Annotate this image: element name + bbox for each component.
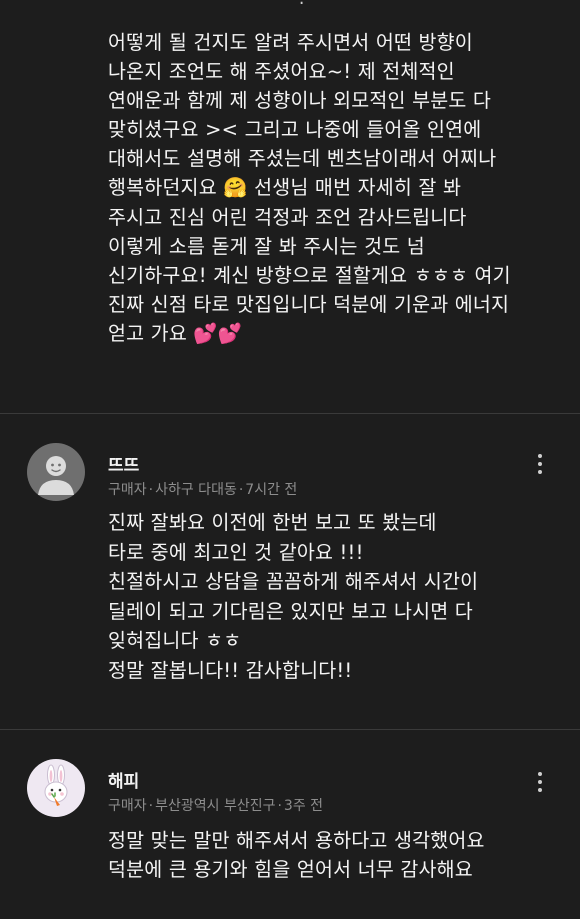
more-options-button[interactable] [530, 765, 550, 799]
reviewer-name[interactable]: 뜨뜨 [108, 451, 139, 476]
review-divider [0, 729, 580, 730]
reviewer-location: 부산광역시 부산진구 [155, 798, 276, 814]
buyer-badge: 구매자 [108, 798, 147, 814]
review-meta: 구매자 · 사하구 다대동 · 7시간 전 [108, 479, 297, 499]
previous-line-fragment: ! [108, 0, 408, 14]
review-time: 3주 전 [283, 798, 324, 814]
review-meta: 구매자 · 부산광역시 부산진구 · 3주 전 [108, 795, 323, 815]
review-divider [0, 413, 580, 414]
review-text: 어떻게 될 건지도 알려 주시면서 어떤 방향이 나온지 조언도 해 주셨어요~… [108, 31, 511, 345]
buyer-badge: 구매자 [108, 482, 147, 498]
meta-separator: · [238, 482, 244, 498]
more-vertical-icon [538, 454, 542, 458]
meta-separator: · [148, 798, 154, 814]
more-options-button[interactable] [530, 447, 550, 481]
reviewer-location: 사하구 다대동 [155, 482, 237, 498]
user-avatar[interactable] [27, 759, 85, 817]
default-profile-icon [38, 456, 74, 495]
more-vertical-icon [538, 772, 542, 776]
user-avatar[interactable] [27, 443, 85, 501]
bunny-carrot-icon [44, 764, 68, 806]
review-time: 7시간 전 [245, 482, 298, 498]
reviewer-name[interactable]: 해피 [108, 767, 139, 792]
meta-separator: · [148, 482, 154, 498]
meta-separator: · [277, 798, 282, 814]
review-text: 진짜 잘봐요 이전에 한번 보고 또 봤는데 타로 중에 최고인 것 같아요 !… [108, 511, 479, 682]
review-text: 정말 맞는 말만 해주셔서 용하다고 생각했어요 덕분에 큰 용기와 힘을 얻어… [108, 829, 485, 882]
